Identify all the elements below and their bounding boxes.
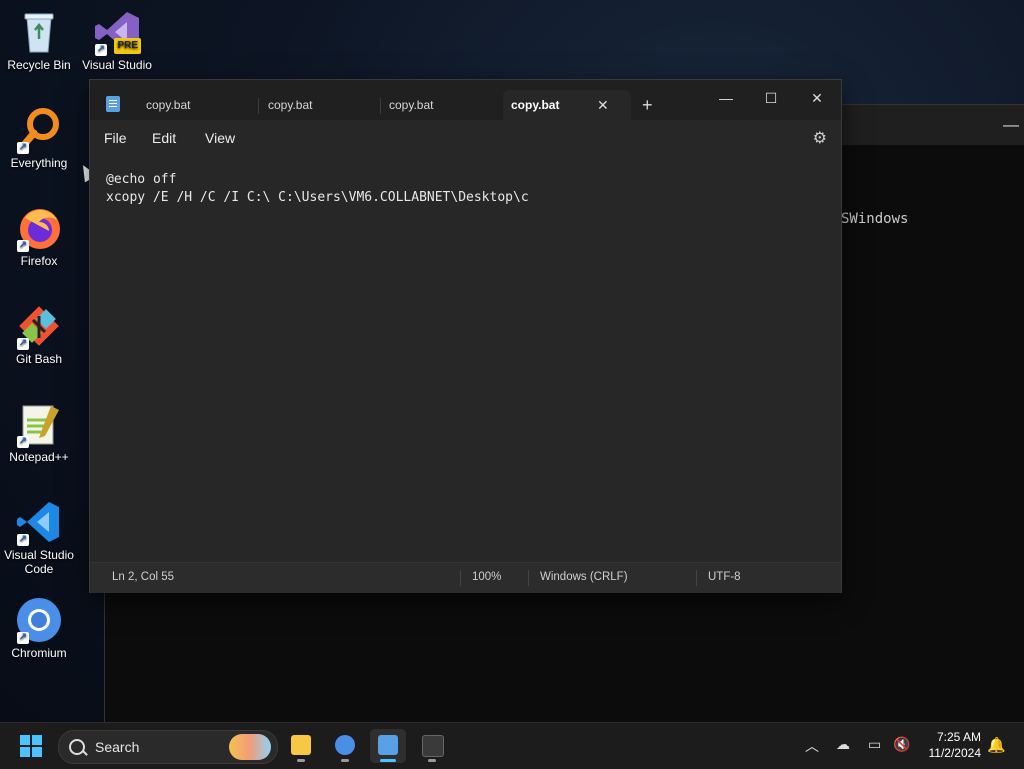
- editor-line-1: @echo off: [106, 172, 177, 187]
- vscode-icon: ↗: [15, 498, 63, 546]
- folder-icon: [291, 735, 311, 755]
- shortcut-arrow-icon: ↗: [17, 338, 29, 350]
- tab-close-icon[interactable]: ✕: [597, 90, 609, 120]
- network-disconnected-icon[interactable]: ☁: [836, 736, 850, 753]
- desktop-icon-visual-studio-2022-preview[interactable]: PRE ↗ Visual Studio 2022 Preview: [78, 8, 156, 72]
- running-indicator: [341, 759, 349, 762]
- clock-date: 11/2/2024: [928, 746, 982, 760]
- search-label: Search: [95, 739, 140, 755]
- taskbar-search-box[interactable]: Search: [58, 730, 278, 764]
- terminal-minimize-button[interactable]: —: [1003, 117, 1019, 135]
- active-indicator: [380, 759, 396, 762]
- system-clock[interactable]: 7:25 AM 11/2/2024: [929, 729, 982, 761]
- taskbar-file-explorer[interactable]: [283, 729, 319, 763]
- desktop-icon-label: Visual Studio 2022 Preview: [82, 58, 152, 72]
- running-indicator: [428, 759, 436, 762]
- status-encoding[interactable]: UTF-8: [708, 571, 741, 583]
- terminal-icon: [422, 735, 444, 757]
- clock-time: 7:25 AM: [936, 730, 981, 744]
- shortcut-arrow-icon: ↗: [17, 240, 29, 252]
- tab-copy-bat-3[interactable]: copy.bat: [377, 90, 499, 120]
- desktop-icon-label: Everything: [10, 156, 68, 170]
- shortcut-arrow-icon: ↗: [17, 436, 29, 448]
- new-tab-button[interactable]: +: [642, 90, 653, 120]
- windows-logo-icon: [32, 735, 42, 745]
- desktop-icon-label: Recycle Bin: [7, 58, 71, 72]
- status-separator: [528, 570, 529, 586]
- chromium-icon: [335, 735, 355, 755]
- shortcut-arrow-icon: ↗: [95, 44, 107, 56]
- display-icon[interactable]: ▭: [868, 736, 881, 753]
- running-indicator: [297, 759, 305, 762]
- minimize-button[interactable]: —: [708, 84, 744, 112]
- editor-line-2: xcopy /E /H /C /I C:\ C:\Users\VM6.COLLA…: [106, 190, 529, 205]
- search-icon: [69, 739, 85, 755]
- start-button[interactable]: [20, 735, 42, 757]
- desktop-icon-notepad-plus-plus[interactable]: ↗ Notepad++: [0, 400, 78, 464]
- tab-copy-bat-1[interactable]: copy.bat: [134, 90, 256, 120]
- preview-badge: PRE: [114, 38, 141, 54]
- tab-label: copy.bat: [389, 98, 434, 112]
- search-highlight-icon: [229, 734, 271, 760]
- desktop-icon-label: Chromium: [11, 646, 67, 660]
- desktop-icon-recycle-bin[interactable]: Recycle Bin: [0, 8, 78, 72]
- menu-view[interactable]: View: [205, 130, 235, 146]
- shortcut-arrow-icon: ↗: [17, 534, 29, 546]
- volume-muted-icon[interactable]: 🔇: [893, 736, 910, 753]
- notepad-app-icon: [106, 96, 120, 112]
- taskbar-terminal[interactable]: [414, 729, 450, 763]
- shortcut-arrow-icon: ↗: [17, 142, 29, 154]
- status-line-ending[interactable]: Windows (CRLF): [540, 571, 628, 583]
- status-separator: [696, 570, 697, 586]
- taskbar-chromium[interactable]: [327, 729, 363, 763]
- close-button[interactable]: ✕: [799, 84, 835, 112]
- notepad-titlebar[interactable]: copy.bat copy.bat copy.bat copy.bat ✕ + …: [90, 80, 841, 120]
- settings-gear-icon[interactable]: ⚙: [813, 128, 827, 148]
- menu-edit[interactable]: Edit: [152, 130, 176, 146]
- desktop-icon-label: Visual Studio Code: [4, 548, 74, 576]
- desktop-icon-label: Firefox: [20, 254, 58, 268]
- notepad-statusbar: Ln 2, Col 55 100% Windows (CRLF) UTF-8: [90, 562, 841, 593]
- taskbar: Search ︿ ☁ ▭ 🔇 7:25 AM 11/2/2024 🔔: [0, 722, 1024, 769]
- desktop-icon-everything[interactable]: ↗ Everything: [0, 106, 78, 170]
- desktop-icon-label: Git Bash: [15, 352, 63, 366]
- status-separator: [460, 570, 461, 586]
- notepad-menubar: File Edit View ⚙: [90, 120, 841, 156]
- desktop-icon-label: Notepad++: [9, 450, 69, 464]
- tab-label: copy.bat: [146, 98, 191, 112]
- taskbar-notepad[interactable]: [370, 729, 406, 763]
- notepad-plus-plus-icon: ↗: [15, 400, 63, 448]
- text-editor-area[interactable]: @echo off xcopy /E /H /C /I C:\ C:\Users…: [90, 156, 841, 562]
- recycle-bin-icon: [15, 8, 63, 56]
- show-hidden-icons-chevron-up-icon[interactable]: ︿: [805, 736, 819, 756]
- desktop-icon-vscode[interactable]: ↗ Visual Studio Code: [0, 498, 78, 576]
- terminal-visible-text: SWindows: [841, 211, 909, 227]
- maximize-button[interactable]: ☐: [753, 84, 789, 112]
- firefox-icon: ↗: [15, 204, 63, 252]
- chromium-icon: ↗: [15, 596, 63, 644]
- menu-file[interactable]: File: [104, 130, 127, 146]
- tab-copy-bat-active[interactable]: copy.bat: [503, 90, 631, 120]
- notepad-window[interactable]: copy.bat copy.bat copy.bat copy.bat ✕ + …: [89, 79, 842, 593]
- desktop-icon-git-bash[interactable]: ↗ Git Bash: [0, 302, 78, 366]
- desktop-icon-firefox[interactable]: ↗ Firefox: [0, 204, 78, 268]
- notification-bell-icon[interactable]: 🔔: [987, 736, 1006, 754]
- git-bash-icon: ↗: [15, 302, 63, 350]
- tab-label: copy.bat: [268, 98, 313, 112]
- status-cursor-position: Ln 2, Col 55: [112, 571, 175, 583]
- desktop-icon-chromium[interactable]: ↗ Chromium: [0, 596, 78, 660]
- visual-studio-icon: PRE ↗: [93, 8, 141, 56]
- windows-logo-icon: [20, 747, 30, 757]
- notepad-icon: [378, 735, 398, 755]
- tab-label: copy.bat: [511, 98, 560, 112]
- status-zoom[interactable]: 100%: [472, 571, 501, 583]
- magnifier-icon: ↗: [15, 106, 63, 154]
- windows-logo-icon: [32, 747, 42, 757]
- shortcut-arrow-icon: ↗: [17, 632, 29, 644]
- windows-logo-icon: [20, 735, 30, 745]
- tab-copy-bat-2[interactable]: copy.bat: [256, 90, 378, 120]
